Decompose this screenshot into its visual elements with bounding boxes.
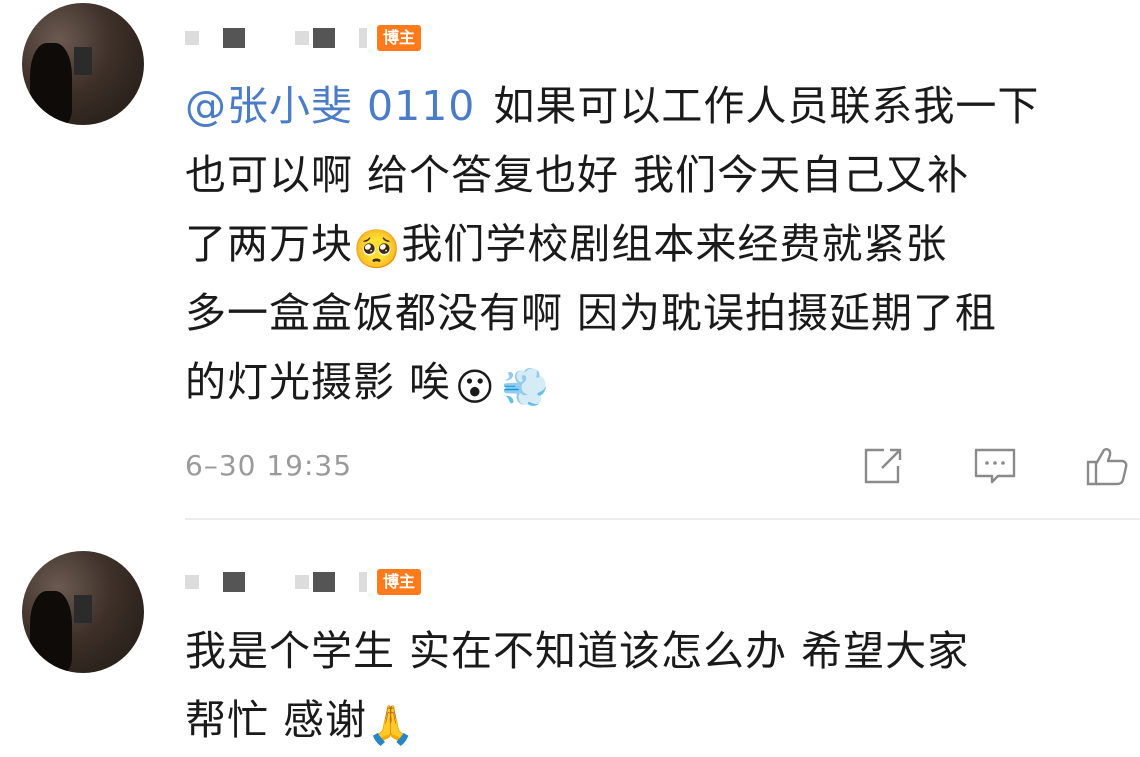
mention-link[interactable]: @张小斐 0110 <box>185 82 475 130</box>
avatar[interactable] <box>22 551 144 673</box>
username-row[interactable]: 博主 <box>185 564 422 600</box>
mosaic-blur <box>74 595 92 623</box>
folded-hands-emoji: 🙏 <box>367 703 416 747</box>
author-badge: 博主 <box>377 25 422 51</box>
author-badge: 博主 <box>377 569 422 595</box>
blurred-username <box>185 31 199 45</box>
dash-emoji: 💨 <box>501 365 550 409</box>
username-row[interactable]: 博主 <box>185 20 422 56</box>
surprised-face-emoji: 😮 <box>455 365 496 409</box>
comment-icon[interactable] <box>972 446 1018 486</box>
share-icon[interactable] <box>860 446 906 486</box>
like-icon[interactable] <box>1084 446 1130 486</box>
action-bar <box>860 446 1130 486</box>
mosaic-blur <box>74 47 92 75</box>
comment-text: 我是个学生 实在不知道该怎么办 希望大家 帮忙 感谢🙏 <box>185 627 970 747</box>
comment-text: @张小斐 0110 如果可以工作人员联系我一下 也可以啊 给个答复也好 我们今天… <box>185 82 1040 409</box>
pleading-face-emoji: 🥺 <box>353 227 402 271</box>
divider <box>185 518 1140 520</box>
avatar[interactable] <box>22 3 144 125</box>
timestamp: 6–30 19:35 <box>185 449 353 482</box>
blurred-username <box>185 575 199 589</box>
comment-meta: 6–30 19:35 <box>185 446 1130 486</box>
